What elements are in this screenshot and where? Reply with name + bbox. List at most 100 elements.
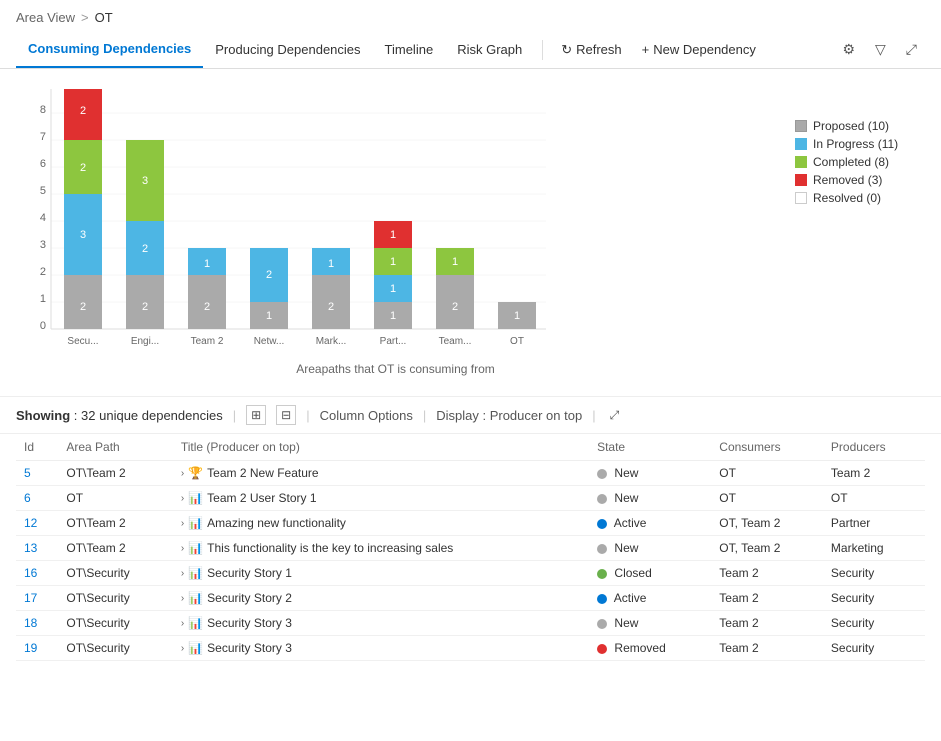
- svg-text:1: 1: [390, 310, 396, 322]
- title-text: Security Story 3: [207, 641, 292, 655]
- state-dot: [597, 619, 607, 629]
- title-icon: 📊: [188, 616, 203, 630]
- row-id-link[interactable]: 6: [24, 491, 31, 505]
- cell-consumers: Team 2: [711, 636, 823, 661]
- cell-title: › 📊 Amazing new functionality: [173, 511, 589, 536]
- cell-id: 5: [16, 461, 58, 486]
- svg-text:2: 2: [40, 266, 46, 278]
- state-text: Active: [614, 591, 647, 605]
- svg-text:Part...: Part...: [380, 336, 407, 347]
- title-text: This functionality is the key to increas…: [207, 541, 453, 555]
- cell-id: 18: [16, 611, 58, 636]
- chart-area: 0 1 2 3 4 5 6 7 8 9: [0, 69, 941, 396]
- svg-text:4: 4: [40, 212, 46, 224]
- svg-text:2: 2: [328, 301, 334, 313]
- svg-text:3: 3: [142, 175, 148, 187]
- legend-completed-color: [795, 156, 807, 168]
- svg-text:8: 8: [40, 104, 46, 116]
- open-fullscreen-button[interactable]: ⤢: [606, 406, 624, 425]
- table-row: 16 OT\Security › 📊 Security Story 1 Clos…: [16, 561, 925, 586]
- cell-state: Removed: [589, 636, 711, 661]
- row-id-link[interactable]: 16: [24, 566, 37, 580]
- refresh-button[interactable]: ↻ Refresh: [551, 34, 631, 66]
- title-text: Security Story 1: [207, 566, 292, 580]
- expand-arrow[interactable]: ›: [181, 493, 184, 504]
- cell-area-path: OT\Security: [58, 611, 173, 636]
- svg-text:1: 1: [40, 293, 46, 305]
- breadcrumb-sep: >: [81, 10, 89, 25]
- expand-arrow[interactable]: ›: [181, 618, 184, 629]
- title-text: Security Story 2: [207, 591, 292, 605]
- cell-producers: Marketing: [823, 536, 925, 561]
- col-header-area-path: Area Path: [58, 434, 173, 461]
- tab-consuming[interactable]: Consuming Dependencies: [16, 31, 203, 68]
- row-id-link[interactable]: 12: [24, 516, 37, 530]
- expand-arrow[interactable]: ›: [181, 643, 184, 654]
- svg-text:2: 2: [80, 105, 86, 117]
- cell-area-path: OT\Team 2: [58, 536, 173, 561]
- svg-text:Team...: Team...: [439, 336, 472, 347]
- column-options-button[interactable]: Column Options: [320, 408, 413, 423]
- expand-arrow[interactable]: ›: [181, 568, 184, 579]
- legend-proposed: Proposed (10): [795, 119, 915, 133]
- cell-area-path: OT\Security: [58, 561, 173, 586]
- cell-consumers: Team 2: [711, 611, 823, 636]
- state-text: New: [614, 541, 638, 555]
- svg-text:Engi...: Engi...: [131, 336, 159, 347]
- table-row: 13 OT\Team 2 › 📊 This functionality is t…: [16, 536, 925, 561]
- expand-arrow[interactable]: ›: [181, 468, 184, 479]
- sep4: |: [592, 408, 595, 423]
- table-row: 5 OT\Team 2 › 🏆 Team 2 New Feature New O…: [16, 461, 925, 486]
- row-id-link[interactable]: 17: [24, 591, 37, 605]
- cell-id: 17: [16, 586, 58, 611]
- svg-text:1: 1: [204, 258, 210, 270]
- breadcrumb-parent[interactable]: Area View: [16, 10, 75, 25]
- cell-producers: Security: [823, 636, 925, 661]
- cell-producers: Security: [823, 586, 925, 611]
- filter-icon[interactable]: ▽: [867, 35, 894, 64]
- row-id-link[interactable]: 5: [24, 466, 31, 480]
- breadcrumb-current: OT: [95, 10, 113, 25]
- table-wrap: Id Area Path Title (Producer on top) Sta…: [0, 434, 941, 661]
- dependency-table: Id Area Path Title (Producer on top) Sta…: [16, 434, 925, 661]
- cell-producers: Team 2: [823, 461, 925, 486]
- collapse-rows-button[interactable]: ⊟: [276, 405, 296, 425]
- cell-producers: Partner: [823, 511, 925, 536]
- svg-text:2: 2: [80, 301, 86, 313]
- legend-removed-color: [795, 174, 807, 186]
- state-dot: [597, 469, 607, 479]
- tab-bar: Consuming Dependencies Producing Depende…: [0, 31, 941, 69]
- cell-title: › 📊 Security Story 3: [173, 611, 589, 636]
- title-icon: 🏆: [188, 466, 203, 480]
- cell-state: Active: [589, 511, 711, 536]
- svg-text:1: 1: [452, 256, 458, 268]
- cell-id: 16: [16, 561, 58, 586]
- new-dependency-button[interactable]: + New Dependency: [632, 34, 766, 65]
- row-id-link[interactable]: 19: [24, 641, 37, 655]
- row-id-link[interactable]: 13: [24, 541, 37, 555]
- tab-timeline[interactable]: Timeline: [373, 32, 446, 67]
- svg-text:3: 3: [80, 229, 86, 241]
- svg-text:2: 2: [204, 301, 210, 313]
- cell-area-path: OT\Team 2: [58, 511, 173, 536]
- settings-icon[interactable]: ⚙: [834, 35, 863, 64]
- svg-text:2: 2: [142, 301, 148, 313]
- bar-chart: 0 1 2 3 4 5 6 7 8 9: [16, 89, 576, 359]
- cell-id: 12: [16, 511, 58, 536]
- state-text: Active: [614, 516, 647, 530]
- expand-icon[interactable]: ⤢: [898, 35, 925, 64]
- expand-arrow[interactable]: ›: [181, 543, 184, 554]
- title-icon: 📊: [188, 541, 203, 555]
- expand-arrow[interactable]: ›: [181, 593, 184, 604]
- row-id-link[interactable]: 18: [24, 616, 37, 630]
- svg-text:2: 2: [142, 243, 148, 255]
- cell-id: 19: [16, 636, 58, 661]
- cell-area-path: OT: [58, 486, 173, 511]
- cell-producers: Security: [823, 611, 925, 636]
- expand-rows-button[interactable]: ⊞: [246, 405, 266, 425]
- tab-risk-graph[interactable]: Risk Graph: [445, 32, 534, 67]
- legend-completed: Completed (8): [795, 155, 915, 169]
- display-toggle[interactable]: Display : Producer on top: [436, 408, 582, 423]
- tab-producing[interactable]: Producing Dependencies: [203, 32, 372, 67]
- expand-arrow[interactable]: ›: [181, 518, 184, 529]
